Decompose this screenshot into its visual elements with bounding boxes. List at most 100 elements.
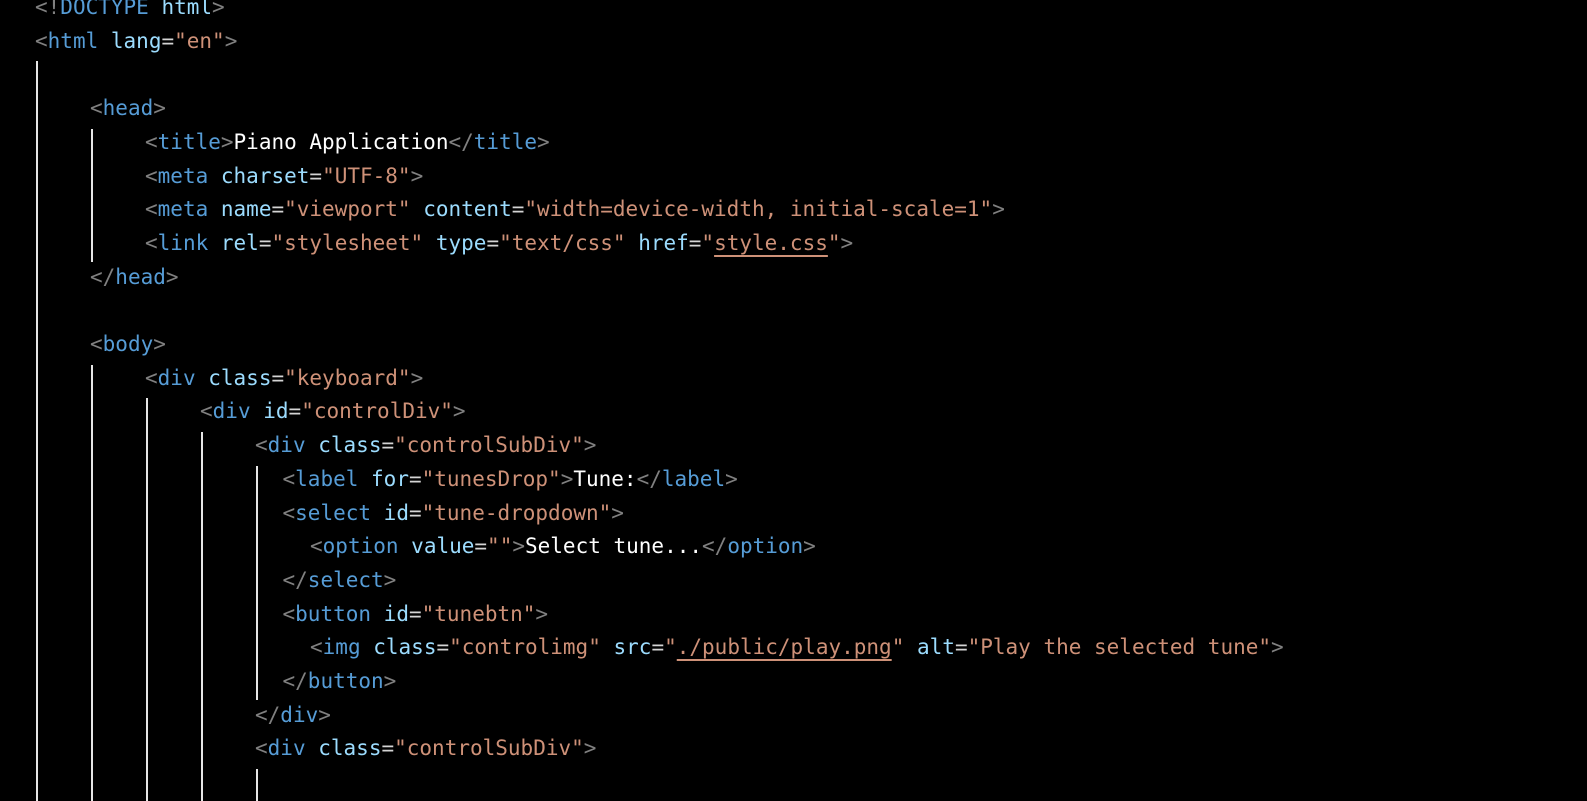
- code-token: html: [47, 28, 99, 53]
- code-token: ": [664, 635, 677, 660]
- code-token: ": [701, 230, 715, 255]
- code-line[interactable]: <img class="controlimg" src="./public/pl…: [310, 630, 1284, 664]
- code-token: button: [295, 601, 372, 626]
- code-line[interactable]: <meta charset="UTF-8">: [145, 159, 423, 193]
- code-token: option: [727, 534, 804, 559]
- code-token: ": [891, 635, 905, 660]
- code-token: div: [267, 736, 306, 761]
- code-token: ": [827, 230, 841, 255]
- code-line[interactable]: <meta name="viewport" content="width=dev…: [145, 192, 1005, 226]
- code-token: <: [35, 28, 48, 53]
- code-token: id: [383, 601, 409, 626]
- code-token: "UTF-8": [322, 163, 411, 188]
- code-token: >: [992, 197, 1005, 222]
- code-line[interactable]: <div class="keyboard">: [145, 361, 423, 395]
- code-token: content: [423, 197, 512, 222]
- code-line[interactable]: <option value="">Select tune...</option>: [310, 529, 816, 563]
- code-token: >: [452, 399, 466, 424]
- indent-guide: [146, 398, 148, 801]
- code-line[interactable]: <div id="controlDiv">: [200, 394, 466, 428]
- code-token: >: [840, 230, 854, 255]
- code-token: value: [411, 534, 475, 559]
- code-token: select: [295, 500, 372, 525]
- code-line[interactable]: <body>: [90, 327, 166, 361]
- code-token: >: [583, 736, 597, 761]
- code-token: >: [224, 28, 238, 53]
- code-token: =: [161, 28, 175, 53]
- code-token: <: [200, 399, 213, 424]
- code-token: >: [220, 129, 234, 154]
- code-token: "tunebtn": [421, 601, 536, 626]
- code-token: option: [322, 534, 399, 559]
- code-token: >: [153, 332, 166, 356]
- code-token: "controlDiv": [301, 399, 453, 424]
- code-token: >: [611, 500, 624, 525]
- code-link[interactable]: style.css: [714, 231, 828, 255]
- code-token: "width=device-width, initial-scale=1": [524, 197, 993, 222]
- code-token: =: [511, 197, 525, 222]
- code-link[interactable]: ./public/play.png: [677, 635, 892, 659]
- code-token: Tune:: [573, 466, 637, 491]
- indent-guide: [36, 61, 38, 801]
- code-token: =: [408, 466, 422, 491]
- code-line[interactable]: <div class="controlSubDiv">: [255, 428, 596, 462]
- code-token: div: [212, 399, 251, 424]
- code-line[interactable]: <div class="controlSubDiv">: [255, 731, 596, 765]
- code-token: >: [725, 466, 738, 491]
- code-token: <: [282, 500, 296, 525]
- code-token: div: [267, 433, 306, 458]
- code-token: "en": [174, 28, 225, 53]
- code-token: id: [383, 500, 409, 525]
- code-token: title: [473, 129, 537, 154]
- code-token: "Play the selected tune": [967, 635, 1272, 660]
- code-token: <: [90, 332, 103, 356]
- code-token: >: [318, 702, 331, 727]
- code-token: lang: [110, 28, 162, 53]
- code-token: select: [307, 567, 384, 592]
- code-token: <: [255, 433, 268, 458]
- code-line[interactable]: </button>: [283, 664, 397, 698]
- code-token: div: [280, 702, 319, 727]
- code-token: =: [651, 635, 665, 660]
- code-line[interactable]: <button id="tunebtn">: [283, 597, 549, 631]
- code-token: >: [165, 264, 179, 289]
- code-line[interactable]: <!DOCTYPE html>: [35, 0, 225, 24]
- code-line[interactable]: <title>Piano Application</title>: [145, 125, 550, 159]
- code-token: =: [271, 365, 285, 390]
- code-line[interactable]: <html lang="en">: [35, 24, 237, 58]
- code-token: button: [307, 669, 384, 693]
- code-token: img: [322, 635, 361, 660]
- code-line[interactable]: </select>: [283, 563, 397, 597]
- code-line[interactable]: <label for="tunesDrop">Tune:</label>: [283, 462, 738, 496]
- code-token: </: [702, 534, 728, 559]
- code-token: =: [408, 601, 422, 626]
- code-line[interactable]: <link rel="stylesheet" type="text/css" h…: [145, 226, 853, 260]
- code-token: >: [212, 0, 225, 19]
- code-token: body: [102, 332, 154, 356]
- code-token: label: [295, 466, 359, 491]
- code-token: <: [310, 534, 323, 559]
- code-token: =: [436, 635, 450, 660]
- code-token: "keyboard": [284, 365, 411, 390]
- code-token: >: [383, 669, 397, 693]
- code-token: >: [583, 433, 597, 458]
- code-line[interactable]: </head>: [90, 260, 179, 294]
- code-token: <: [145, 163, 158, 188]
- code-line[interactable]: </div>: [255, 698, 331, 732]
- code-token: class: [208, 365, 272, 390]
- code-token: =: [688, 230, 702, 255]
- code-token: >: [410, 365, 424, 390]
- code-token: class: [318, 736, 382, 761]
- code-token: >: [560, 466, 574, 491]
- code-line[interactable]: <head>: [90, 91, 166, 125]
- code-line[interactable]: <select id="tune-dropdown">: [283, 496, 624, 530]
